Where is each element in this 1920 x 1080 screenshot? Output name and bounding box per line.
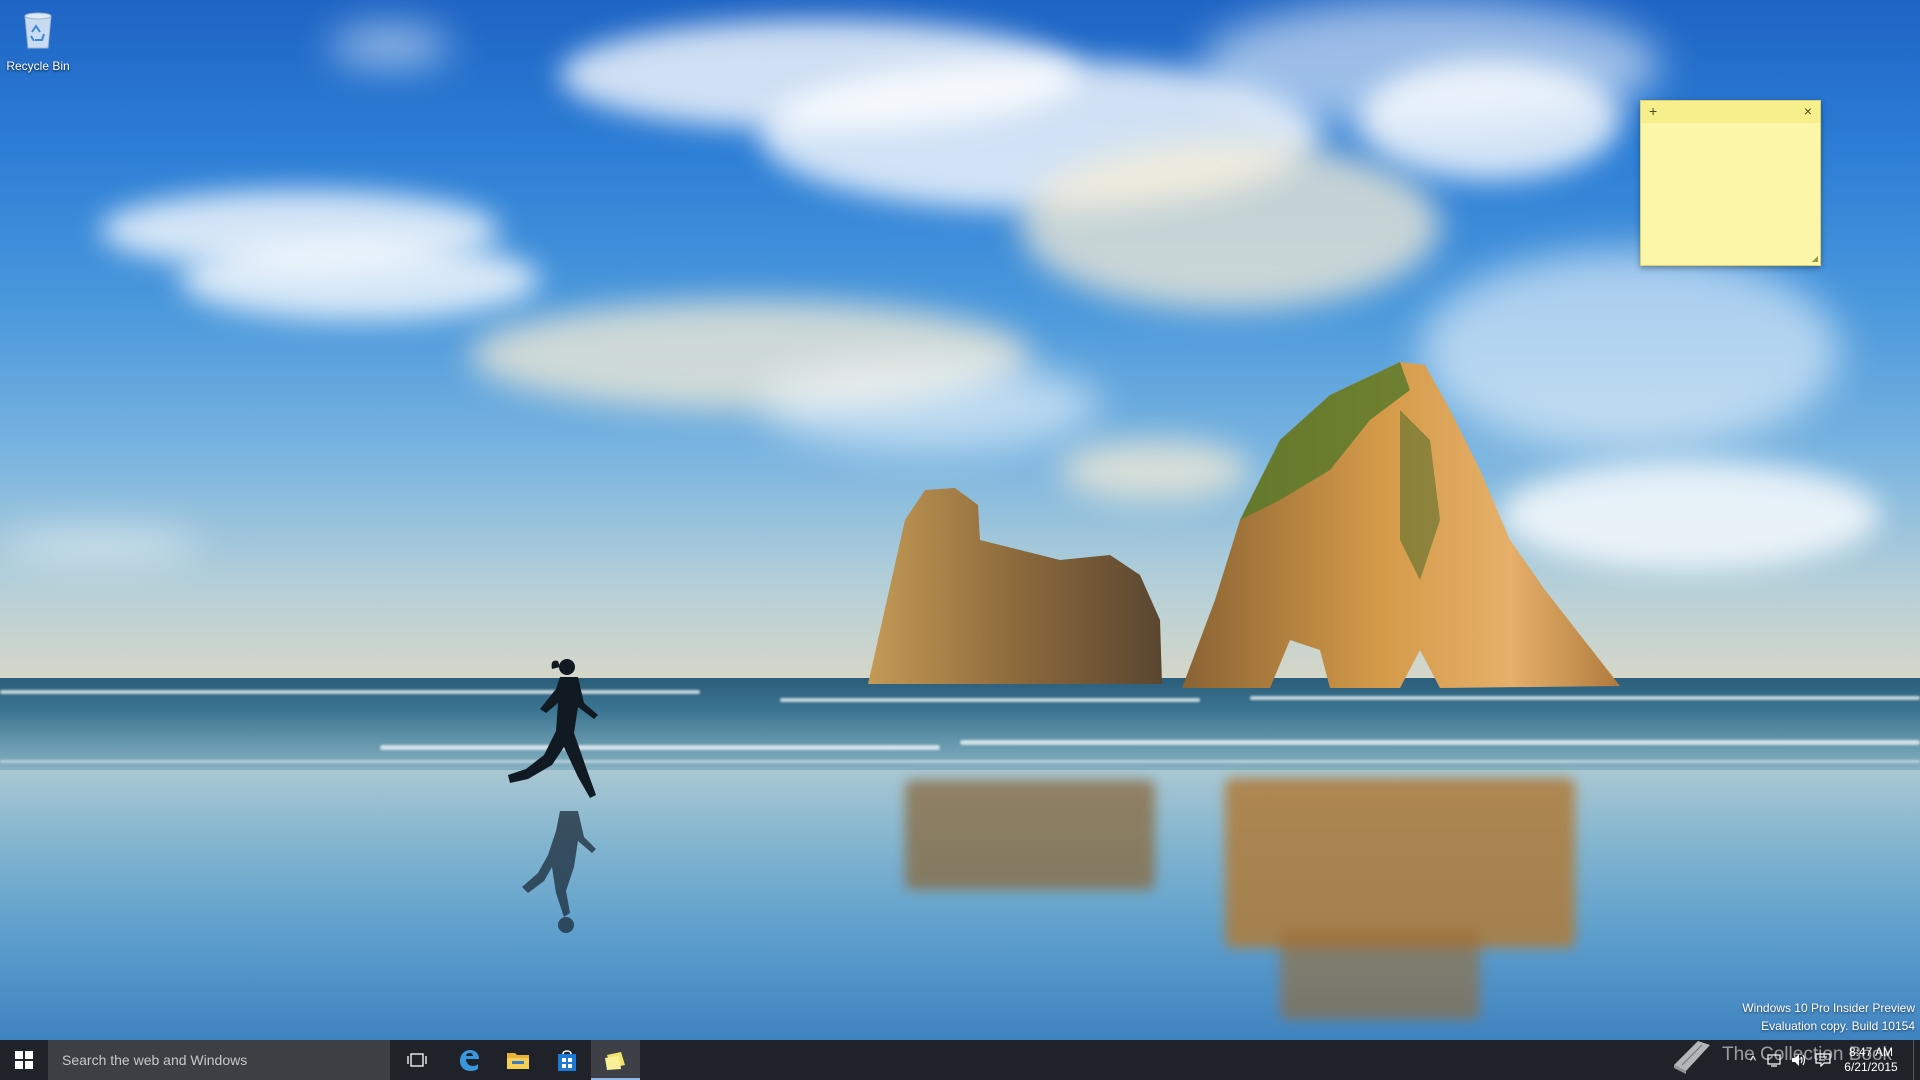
desktop-wallpaper [0, 0, 1920, 1040]
watermark-build: Evaluation copy. Build 10154 [1761, 1019, 1915, 1033]
edge-browser-icon [459, 1050, 479, 1071]
network-icon[interactable] [1763, 1053, 1787, 1067]
sticky-note-titlebar[interactable]: + × [1641, 101, 1820, 123]
recycle-bin-shortcut[interactable]: Recycle Bin [2, 6, 74, 73]
system-tray: ^ 8:47 AM 6/21/2015 [1743, 1040, 1920, 1080]
action-center-icon[interactable] [1811, 1053, 1835, 1067]
task-view-icon [407, 1053, 427, 1067]
store-taskbar-button[interactable] [542, 1040, 591, 1080]
clock[interactable]: 8:47 AM 6/21/2015 [1835, 1045, 1907, 1075]
sticky-note[interactable]: + × ◢ [1640, 100, 1821, 266]
file-explorer-taskbar-button[interactable] [493, 1040, 542, 1080]
edge-taskbar-button[interactable] [444, 1040, 493, 1080]
folder-icon [506, 1053, 529, 1069]
show-hidden-icons-chevron-icon[interactable]: ^ [1743, 1053, 1763, 1068]
watermark-edition: Windows 10 Pro Insider Preview [1742, 1001, 1915, 1015]
sticky-notes-icon [604, 1052, 625, 1070]
sticky-notes-taskbar-button[interactable] [591, 1040, 640, 1080]
start-button[interactable] [0, 1040, 48, 1080]
taskbar: ^ 8:47 AM 6/21/2015 [0, 1040, 1920, 1080]
windows-logo-icon [15, 1051, 33, 1069]
build-watermark: Windows 10 Pro Insider Preview Evaluatio… [1742, 999, 1915, 1035]
volume-icon[interactable] [1787, 1053, 1811, 1067]
clock-time: 8:47 AM [1848, 1045, 1894, 1059]
clock-date: 6/21/2015 [1844, 1060, 1898, 1074]
task-view-button[interactable] [390, 1040, 444, 1080]
rock-formations [868, 362, 1620, 688]
recycle-bin-icon [24, 12, 52, 49]
search-box[interactable] [48, 1040, 390, 1080]
recycle-bin-label: Recycle Bin [6, 59, 70, 73]
runner-silhouette [508, 659, 598, 933]
sticky-note-body[interactable] [1641, 123, 1820, 259]
add-note-icon[interactable]: + [1649, 104, 1657, 118]
store-icon [557, 1050, 576, 1071]
resize-grip-icon[interactable]: ◢ [1812, 254, 1818, 263]
show-desktop-button[interactable] [1913, 1040, 1920, 1080]
close-note-icon[interactable]: × [1804, 104, 1812, 118]
search-input[interactable] [60, 1051, 364, 1069]
